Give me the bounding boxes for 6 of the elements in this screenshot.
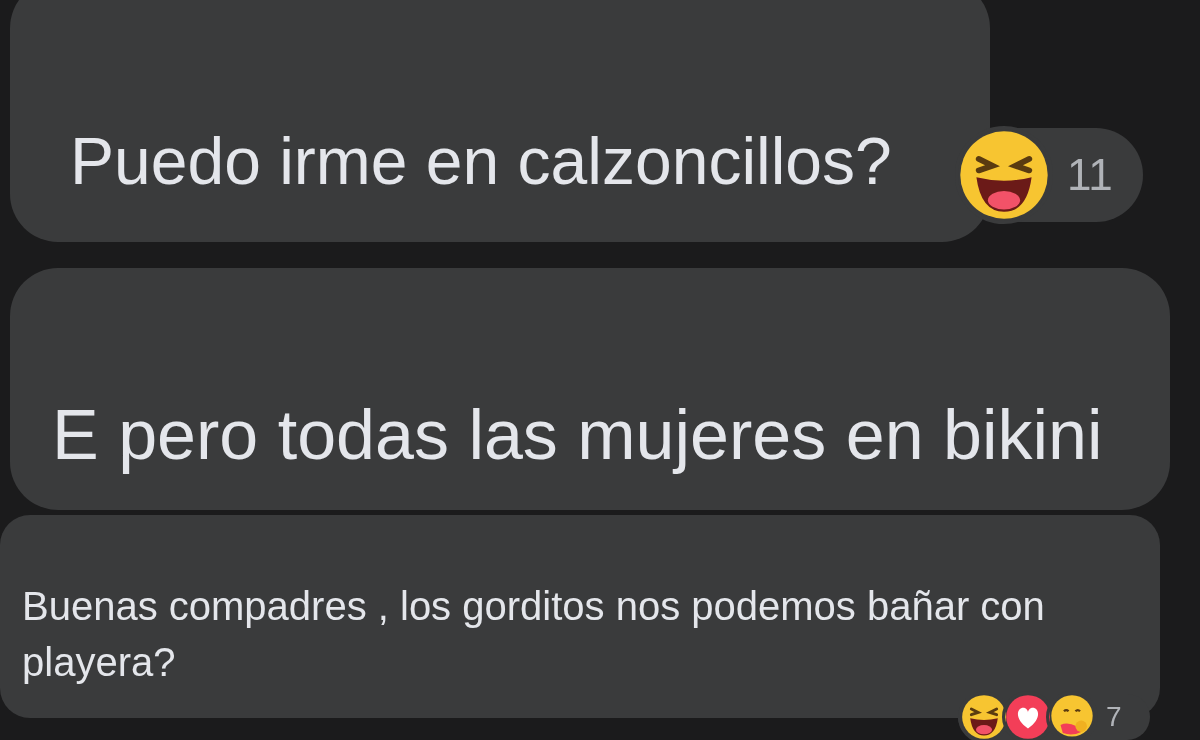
laughing-emoji-icon xyxy=(958,129,1050,221)
comment-text: Puedo irme en calzoncillos? xyxy=(70,128,892,194)
reaction-count: 11 xyxy=(1067,149,1113,201)
reaction-pill[interactable]: 7 xyxy=(958,694,1150,740)
reaction-count: 7 xyxy=(1106,700,1122,734)
comment-text: Buenas compadres , los gorditos nos podemos bañar con playera? xyxy=(22,583,1046,686)
